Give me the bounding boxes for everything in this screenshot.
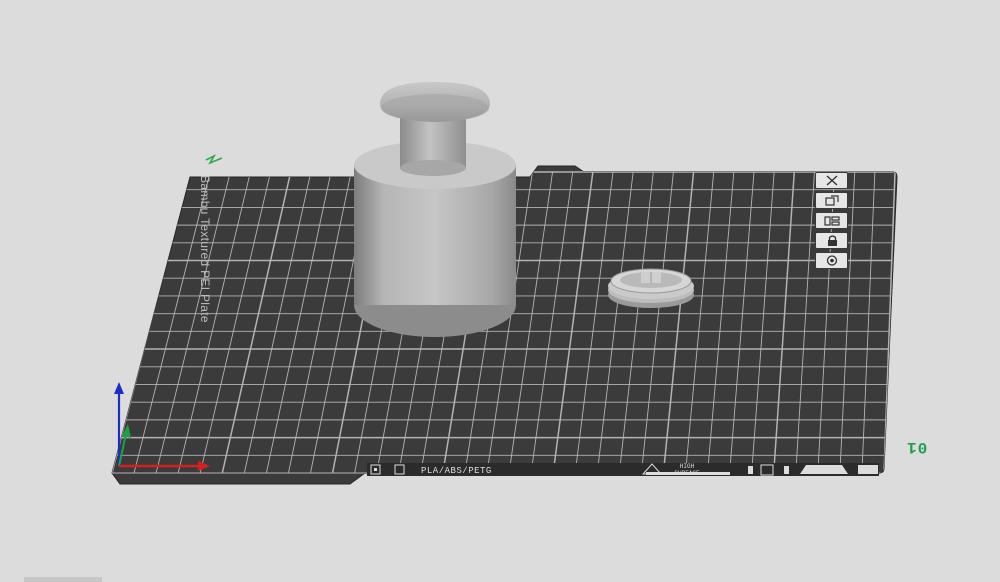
- weight-knob-model[interactable]: [354, 82, 516, 337]
- lock-plate-button[interactable]: [815, 232, 848, 249]
- scrollbar-stub: [24, 577, 102, 582]
- arrange-plate-button[interactable]: [815, 212, 848, 229]
- delete-plate-button[interactable]: [815, 172, 848, 189]
- surface-label-line2: SURFACE: [674, 470, 700, 477]
- plate-number: 01: [906, 438, 928, 456]
- surface-label-line1: HIGH: [679, 463, 695, 470]
- settings-icon: [826, 255, 837, 266]
- orient-icon: [824, 195, 839, 206]
- close-icon: [826, 175, 837, 186]
- filament-type-label: PLA/ABS/PETG: [421, 466, 492, 476]
- plate-settings-button[interactable]: [815, 252, 848, 269]
- surface-label: HIGH SURFACE: [664, 463, 710, 477]
- plate-toolbar: [815, 172, 848, 269]
- arrange-icon: [823, 216, 840, 226]
- bed-name-label: Bambu Textured PEI Plate: [198, 175, 212, 323]
- lock-icon: [827, 235, 837, 246]
- lid-ring-model[interactable]: [608, 268, 694, 308]
- 3d-viewport[interactable]: Bambu Textured PEI Plate PLA/ABS/PETG HI…: [0, 0, 1000, 582]
- orient-plate-button[interactable]: [815, 192, 848, 209]
